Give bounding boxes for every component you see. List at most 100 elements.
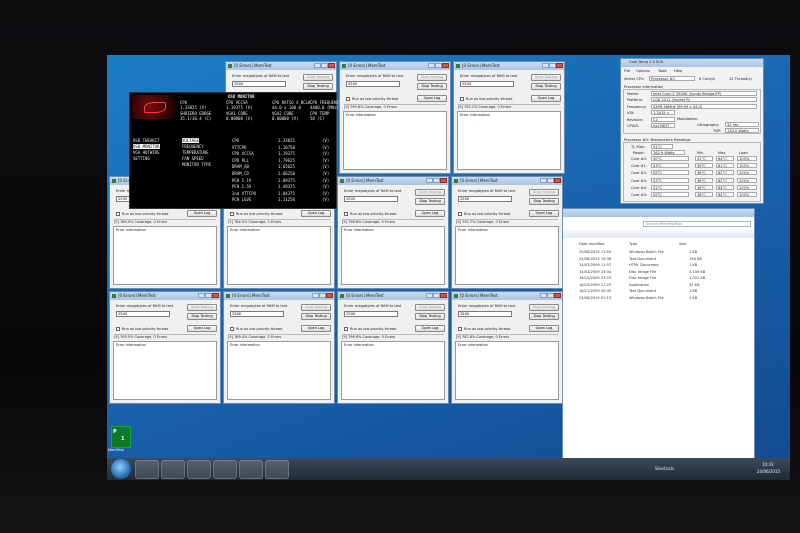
- minimize-button[interactable]: [426, 178, 433, 183]
- osd-submenu-item[interactable]: FAN SPEED: [182, 156, 204, 161]
- explorer-toolbar[interactable]: [563, 230, 754, 238]
- stop-testing-button[interactable]: Stop Testing: [529, 313, 559, 320]
- low-priority-checkbox[interactable]: [344, 212, 348, 216]
- ram-input[interactable]: 2500: [458, 196, 512, 202]
- memtest-titlebar[interactable]: [0 Errors] MemTest: [224, 292, 334, 300]
- memtest-titlebar[interactable]: [0 Errors] MemTest: [454, 62, 564, 70]
- open-log-button[interactable]: Open Log: [529, 210, 559, 217]
- memtest-titlebar[interactable]: [0 Errors] MemTest: [452, 292, 562, 300]
- select-cpu-dropdown[interactable]: Processor #0: [649, 76, 695, 81]
- coretemp-menu-options[interactable]: Options: [636, 69, 650, 73]
- ram-input[interactable]: 2500: [230, 311, 284, 317]
- memtest-window[interactable]: [0 Errors] MemTest Enter megabytes of RAM…: [337, 291, 449, 404]
- memtest-window[interactable]: [0 Errors] MemTest Enter megabytes of RAM…: [451, 176, 563, 289]
- maximize-button[interactable]: [547, 178, 554, 183]
- explorer-window[interactable]: Search MemTestFiles Date modified Type S…: [562, 208, 755, 478]
- memtest-window[interactable]: [0 Errors] MemTest Enter megabytes of RAM…: [223, 291, 335, 404]
- memtest-window[interactable]: [0 Errors] MemTest Enter megabytes of RAM…: [339, 61, 451, 174]
- close-button[interactable]: [212, 293, 219, 298]
- close-button[interactable]: [442, 63, 449, 68]
- file-row[interactable]: 16/11/2009 00:45 Text Document 1 KB: [563, 289, 754, 295]
- low-priority-checkbox[interactable]: [346, 97, 350, 101]
- open-log-button[interactable]: Open Log: [531, 95, 561, 102]
- low-priority-checkbox[interactable]: [460, 97, 464, 101]
- file-row[interactable]: 16/10/2009 17:25 Application 32 KB: [563, 283, 754, 289]
- close-button[interactable]: [556, 63, 563, 68]
- ram-input[interactable]: 2500: [344, 311, 398, 317]
- osd-submenu-item[interactable]: TEMPERATURE: [182, 150, 209, 155]
- memtest-titlebar[interactable]: [0 Errors] MemTest: [452, 177, 562, 185]
- osd-menu-item[interactable]: SETTING: [133, 156, 150, 161]
- start-testing-button[interactable]: Start Testing: [303, 74, 333, 81]
- open-log-button[interactable]: Open Log: [417, 95, 447, 102]
- memtest-titlebar[interactable]: [0 Errors] MemTest: [338, 292, 448, 300]
- minimize-button[interactable]: [540, 178, 547, 183]
- open-log-button[interactable]: Open Log: [187, 210, 217, 217]
- memtest-window[interactable]: [0 Errors] MemTest Enter megabytes of RAM…: [109, 291, 221, 404]
- coretemp-menu-tools[interactable]: Tools: [658, 69, 667, 73]
- taskbar-explorer-icon[interactable]: [135, 460, 159, 479]
- open-log-button[interactable]: Open Log: [415, 325, 445, 332]
- stop-testing-button[interactable]: Stop Testing: [415, 313, 445, 320]
- low-priority-checkbox[interactable]: [116, 212, 120, 216]
- low-priority-checkbox[interactable]: [116, 327, 120, 331]
- memtest-window[interactable]: [0 Errors] MemTest Enter megabytes of RAM…: [337, 176, 449, 289]
- minimize-button[interactable]: [540, 293, 547, 298]
- ram-input[interactable]: 2500: [460, 81, 514, 87]
- close-button[interactable]: [554, 178, 561, 183]
- low-priority-checkbox[interactable]: [230, 327, 234, 331]
- taskbar-app-icon[interactable]: [213, 460, 237, 479]
- file-row[interactable]: 24/06/2015 19:36 Text Document 194 KB: [563, 257, 754, 263]
- low-priority-checkbox[interactable]: [458, 327, 462, 331]
- minimize-button[interactable]: [542, 63, 549, 68]
- osd-menu-item[interactable]: VGA HOTWIRE: [133, 150, 160, 155]
- stop-testing-button[interactable]: Stop Testing: [417, 83, 447, 90]
- start-testing-button[interactable]: Start Testing: [415, 189, 445, 196]
- memtest-titlebar[interactable]: [0 Errors] MemTest: [340, 62, 450, 70]
- minimize-button[interactable]: [314, 63, 321, 68]
- start-testing-button[interactable]: Start Testing: [417, 74, 447, 81]
- taskbar-media-icon[interactable]: [187, 460, 211, 479]
- memtest-titlebar[interactable]: [0 Errors] MemTest: [338, 177, 448, 185]
- clock-time[interactable]: 10:43: [762, 462, 774, 467]
- ram-input[interactable]: 2500: [344, 196, 398, 202]
- close-button[interactable]: [328, 63, 335, 68]
- maximize-button[interactable]: [205, 293, 212, 298]
- explorer-search-input[interactable]: Search MemTestFiles: [643, 221, 751, 227]
- maximize-button[interactable]: [319, 293, 326, 298]
- osd-submenu-item[interactable]: MONITOR TYPE: [182, 162, 211, 167]
- coretemp-menu-help[interactable]: Help: [674, 69, 682, 73]
- osd-menu-item[interactable]: OSD TWEAKIT: [133, 138, 160, 143]
- minimize-button[interactable]: [198, 293, 205, 298]
- memtest-titlebar[interactable]: [0 Errors] MemTest: [226, 62, 336, 70]
- close-button[interactable]: [554, 293, 561, 298]
- maximize-button[interactable]: [433, 178, 440, 183]
- stop-testing-button[interactable]: Stop Testing: [415, 198, 445, 205]
- memtest-window[interactable]: [0 Errors] MemTest Enter megabytes of RAM…: [453, 61, 565, 174]
- close-button[interactable]: [440, 293, 447, 298]
- desktop-icon-memtest[interactable]: P 1: [111, 426, 131, 448]
- col-size[interactable]: Size: [679, 242, 686, 246]
- minimize-button[interactable]: [428, 63, 435, 68]
- file-row[interactable]: 14/03/2009 11:57 HTML Document 1 KB: [563, 263, 754, 269]
- start-testing-button[interactable]: Start Testing: [529, 304, 559, 311]
- start-testing-button[interactable]: Start Testing: [187, 304, 217, 311]
- coretemp-titlebar[interactable]: Core Temp 1.0 RC6: [621, 59, 763, 67]
- maximize-button[interactable]: [321, 63, 328, 68]
- maximize-button[interactable]: [547, 293, 554, 298]
- stop-testing-button[interactable]: Stop Testing: [187, 313, 217, 320]
- start-button[interactable]: [111, 459, 131, 479]
- start-testing-button[interactable]: Start Testing: [531, 74, 561, 81]
- low-priority-checkbox[interactable]: [230, 212, 234, 216]
- osd-menu-item[interactable]: OSD MONITOR: [133, 144, 160, 149]
- taskbar-coretemp-icon[interactable]: [239, 460, 263, 479]
- open-log-button[interactable]: Open Log: [187, 325, 217, 332]
- col-date-modified[interactable]: Date modified: [579, 242, 604, 246]
- explorer-titlebar[interactable]: [563, 209, 754, 217]
- close-button[interactable]: [326, 293, 333, 298]
- stop-testing-button[interactable]: Stop Testing: [531, 83, 561, 90]
- coretemp-window[interactable]: Core Temp 1.0 RC6 File Options Tools Hel…: [620, 58, 764, 204]
- start-testing-button[interactable]: Start Testing: [415, 304, 445, 311]
- file-row[interactable]: 29/06/2015 11:59 Windows Batch File 1 KB: [563, 250, 754, 256]
- maximize-button[interactable]: [549, 63, 556, 68]
